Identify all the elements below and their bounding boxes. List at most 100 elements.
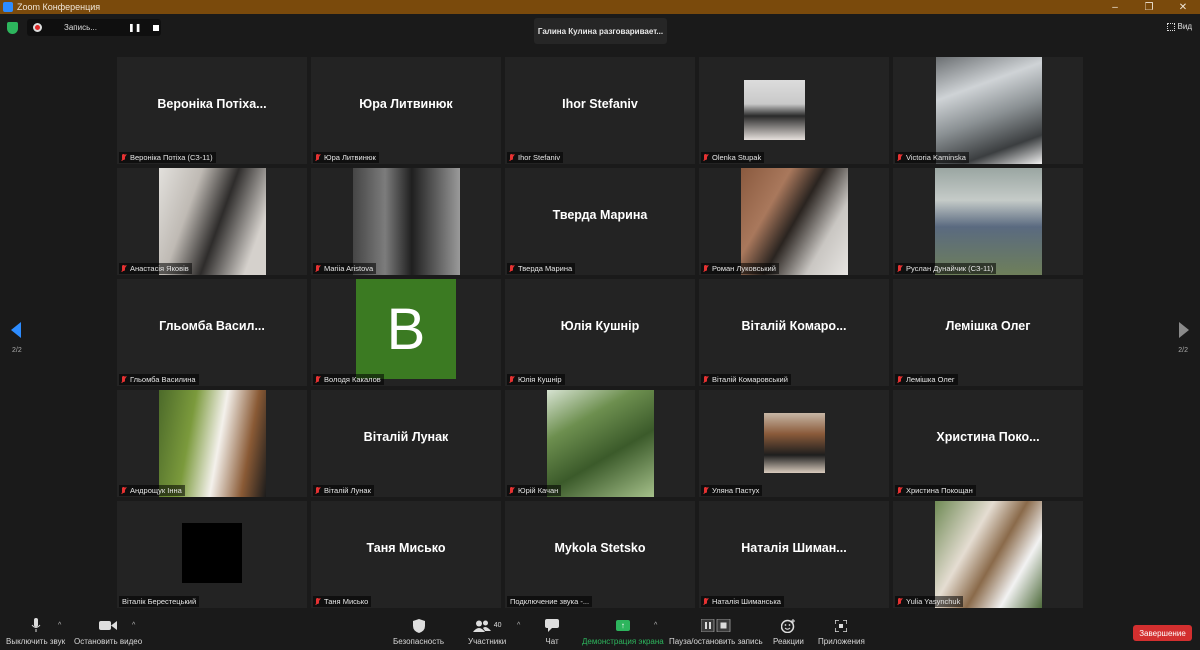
- participant-video: [547, 390, 654, 497]
- grid-view-icon: [1166, 22, 1175, 31]
- participant-display-name: Таня Мисько: [366, 540, 446, 555]
- participant-tile[interactable]: Наталія Шиман... Наталія Шиманська: [699, 501, 889, 608]
- participant-tile[interactable]: Віталій Лунак Віталій Лунак: [311, 390, 501, 497]
- participant-tile[interactable]: Mykola Stetsko Подключение звука -...: [505, 501, 695, 608]
- participant-name-label: Гльомба Василина: [119, 374, 199, 385]
- participant-tile[interactable]: Victoria Kaminska: [893, 57, 1083, 164]
- pause-recording-button[interactable]: ❚❚: [128, 23, 141, 32]
- muted-microphone-icon: [315, 264, 321, 273]
- audio-options-caret-icon[interactable]: ^: [58, 622, 61, 629]
- pause-stop-icon: [700, 617, 731, 634]
- participant-name-text: Таня Мисько: [324, 597, 369, 606]
- participant-name-text: Юлія Кушнір: [518, 375, 562, 384]
- participant-name-text: Olenka Stupak: [712, 153, 762, 162]
- participant-display-name: Mykola Stetsko: [554, 540, 646, 555]
- microphone-icon: [31, 617, 41, 634]
- meeting-toolbar: Выключить звук ^ Остановить видео ^ Безо…: [0, 614, 1200, 650]
- participant-name-text: Yulia Yasynchuk: [906, 597, 961, 606]
- active-speaker-banner: Галина Кулина разговаривает...: [534, 18, 667, 44]
- muted-microphone-icon: [703, 486, 709, 495]
- minimize-button[interactable]: –: [1098, 0, 1132, 14]
- participant-tile[interactable]: Руслан Дунайчик (СЗ-11): [893, 168, 1083, 275]
- security-button[interactable]: Безопасность: [393, 617, 444, 646]
- participant-display-name: Тверда Марина: [552, 207, 648, 222]
- participant-display-name: Христина Поко...: [936, 429, 1040, 444]
- gallery-grid: Вероніка Потіха... Вероніка Потіха (СЗ-11…: [117, 57, 1084, 608]
- chat-bubble-icon: [545, 617, 559, 634]
- participant-name-label: Юра Литвинюк: [313, 152, 379, 163]
- participant-tile[interactable]: Анастасія Яковів: [117, 168, 307, 275]
- participants-button[interactable]: 40 Участники: [468, 617, 506, 646]
- video-options-caret-icon[interactable]: ^: [132, 622, 135, 629]
- participant-name-text: Анастасія Яковів: [130, 264, 189, 273]
- participant-tile[interactable]: Юрій Качан: [505, 390, 695, 497]
- security-label: Безопасность: [393, 637, 445, 646]
- pause-stop-recording-button[interactable]: Пауза/остановить запись: [669, 617, 763, 646]
- participant-name-text: Уляна Пастух: [712, 486, 760, 495]
- participant-video: [764, 413, 825, 473]
- participant-tile[interactable]: Роман Луковський: [699, 168, 889, 275]
- participant-display-name: Наталія Шиман...: [741, 540, 847, 555]
- participant-tile[interactable]: Юлія Кушнір Юлія Кушнір: [505, 279, 695, 386]
- participant-name-label: Анастасія Яковів: [119, 263, 192, 274]
- zoom-app-icon: [3, 2, 13, 12]
- participant-display-name: Ihor Stefaniv: [562, 96, 638, 111]
- close-button[interactable]: ✕: [1166, 0, 1200, 14]
- encryption-shield-icon[interactable]: [7, 22, 18, 34]
- participant-tile[interactable]: Лемішка Олег Лемішка Олег: [893, 279, 1083, 386]
- avatar: B: [356, 279, 456, 379]
- participant-name-label: Юлія Кушнір: [507, 374, 565, 385]
- participant-tile[interactable]: Уляна Пастух: [699, 390, 889, 497]
- participant-video: [741, 168, 848, 275]
- chat-label: Чат: [545, 637, 559, 646]
- participant-video: [353, 168, 460, 275]
- participant-tile[interactable]: Olenka Stupak: [699, 57, 889, 164]
- participant-name-text: Вероніка Потіха (СЗ-11): [130, 153, 213, 162]
- muted-microphone-icon: [121, 375, 127, 384]
- share-screen-icon: ↑: [615, 620, 630, 631]
- participant-name-label: Mariia Aristova: [313, 263, 377, 274]
- participant-tile[interactable]: Андрощук Інна: [117, 390, 307, 497]
- recording-label: Запись...: [64, 23, 97, 32]
- muted-microphone-icon: [897, 264, 903, 273]
- participant-tile[interactable]: Mariia Aristova: [311, 168, 501, 275]
- participant-tile[interactable]: Вероніка Потіха... Вероніка Потіха (СЗ-11…: [117, 57, 307, 164]
- participant-tile[interactable]: Гльомба Васил... Гльомба Василина: [117, 279, 307, 386]
- previous-page-arrow-icon[interactable]: [11, 322, 21, 338]
- participant-tile[interactable]: Ihor Stefaniv Ihor Stefaniv: [505, 57, 695, 164]
- participant-tile[interactable]: Yulia Yasynchuk: [893, 501, 1083, 608]
- participant-name-label: Уляна Пастух: [701, 485, 763, 496]
- participant-tile[interactable]: Віталій Комаро... Віталій Комаровський: [699, 279, 889, 386]
- window-title: Zoom Конференция: [17, 2, 101, 12]
- participant-name-text: Victoria Kaminska: [906, 153, 966, 162]
- maximize-button[interactable]: ❐: [1132, 0, 1166, 14]
- participant-name-label: Христина Покощан: [895, 485, 976, 496]
- muted-microphone-icon: [121, 486, 127, 495]
- participant-tile[interactable]: Віталік Берестецький: [117, 501, 307, 608]
- participant-tile[interactable]: Тверда Марина Тверда Марина: [505, 168, 695, 275]
- view-button[interactable]: Вид: [1166, 22, 1192, 31]
- participant-video: [182, 523, 242, 583]
- share-options-caret-icon[interactable]: ^: [654, 622, 657, 629]
- end-meeting-button[interactable]: Завершение: [1133, 625, 1192, 641]
- mute-button[interactable]: Выключить звук: [6, 617, 65, 646]
- next-page-arrow-icon[interactable]: [1179, 322, 1189, 338]
- muted-microphone-icon: [703, 597, 709, 606]
- participant-name-label: Подключение звука -...: [507, 596, 593, 607]
- participant-tile[interactable]: B Володя Какалов: [311, 279, 501, 386]
- participant-name-text: Христина Покощан: [906, 486, 973, 495]
- chat-button[interactable]: Чат: [545, 617, 559, 646]
- participant-video: [935, 501, 1042, 608]
- share-screen-button[interactable]: ↑ Демонстрация экрана: [582, 617, 664, 646]
- participant-tile[interactable]: Христина Поко... Христина Покощан: [893, 390, 1083, 497]
- stop-recording-button[interactable]: [153, 24, 160, 31]
- participant-name-label: Володя Какалов: [313, 374, 384, 385]
- participants-caret-icon[interactable]: ^: [517, 622, 520, 629]
- participant-display-name: Віталій Лунак: [363, 429, 449, 444]
- participant-tile[interactable]: Юра Литвинюк Юра Литвинюк: [311, 57, 501, 164]
- page-indicator-right: 2/2: [1178, 347, 1188, 354]
- smiley-plus-icon: [780, 617, 796, 634]
- participant-tile[interactable]: Таня Мисько Таня Мисько: [311, 501, 501, 608]
- apps-button[interactable]: Приложения: [818, 617, 865, 646]
- reactions-button[interactable]: Реакции: [773, 617, 804, 646]
